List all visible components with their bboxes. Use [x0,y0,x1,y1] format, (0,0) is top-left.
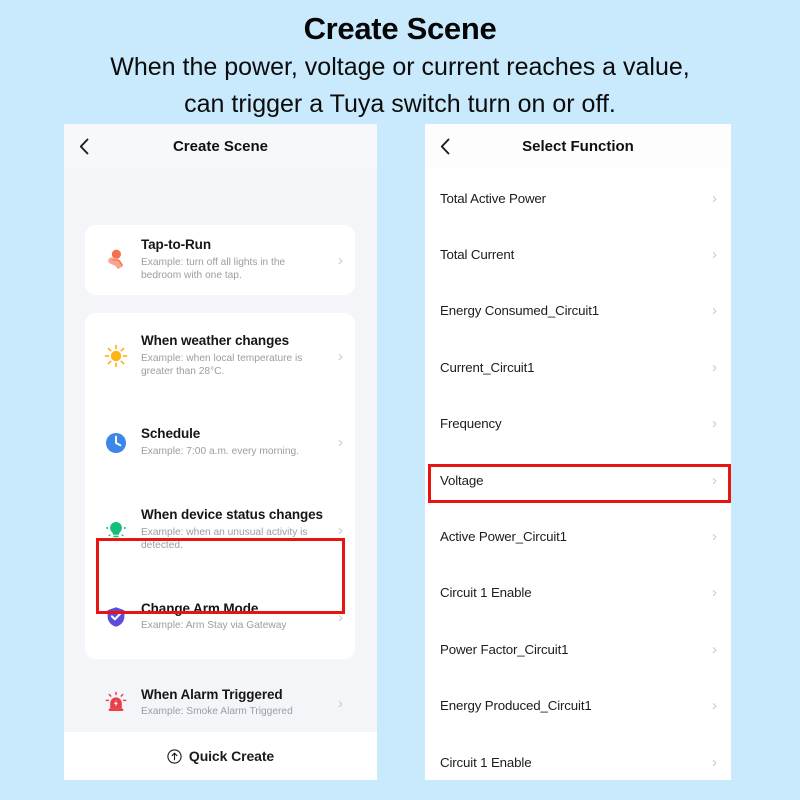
list-item-device-status-changes[interactable]: When device status changes Example: when… [85,486,355,574]
chevron-right-icon[interactable]: › [705,359,717,376]
function-label: Circuit 1 Enable [440,585,532,601]
list-item[interactable]: Circuit 1 Enable › [425,564,731,622]
page-subtitle-line-2: can trigger a Tuya switch turn on or off… [184,90,616,119]
list-item[interactable]: Total Current › [425,226,731,283]
alarm-siren-icon [99,690,133,716]
function-label: Frequency [440,416,502,432]
function-label: Circuit 1 Enable [440,754,532,770]
list-item[interactable]: Power Factor_Circuit1 › [425,621,731,678]
list-item[interactable]: Total Active Power › [425,170,731,227]
screenshots-container: Create Scene Tap-to-Run Example: turn of… [0,124,800,780]
create-scene-body: Tap-to-Run Example: turn off all lights … [64,168,377,780]
chevron-right-icon[interactable]: › [329,434,343,451]
list-item[interactable]: Tap-to-Run Example: turn off all lights … [85,225,355,295]
page-subtitle-line-1: When the power, voltage or current reach… [110,53,690,82]
scene-card-tap-to-run: Tap-to-Run Example: turn off all lights … [85,225,355,295]
function-label: Total Active Power [440,190,546,206]
select-function-title: Select Function [522,137,634,155]
scene-description: Example: Smoke Alarm Triggered [141,706,293,718]
function-label: Current_Circuit1 [440,359,535,375]
quick-create-button[interactable]: Quick Create [64,732,377,780]
page-title: Create Scene [303,11,497,46]
scene-title: When Alarm Triggered [141,686,283,702]
scene-description: Example: when an unusual activity is det… [141,526,308,552]
sun-icon [99,343,133,369]
function-list: Total Active Power › Total Current › Ene… [425,168,731,780]
back-chevron-left-icon[interactable] [64,124,104,168]
scene-title: Change Arm Mode [141,600,259,616]
back-chevron-left-icon[interactable] [425,124,465,168]
scene-text: When weather changes Example: when local… [133,333,329,379]
scene-text: Tap-to-Run Example: turn off all lights … [133,237,329,283]
scene-title: When device status changes [141,507,323,523]
chevron-right-icon[interactable]: › [705,754,717,771]
scene-text: When device status changes Example: when… [133,507,329,553]
list-item[interactable]: Active Power_Circuit1 › [425,508,731,565]
scene-text: Change Arm Mode Example: Arm Stay via Ga… [133,601,329,633]
scene-text: Schedule Example: 7:00 a.m. every mornin… [133,426,329,458]
clock-icon [99,430,133,456]
function-label: Energy Produced_Circuit1 [440,698,592,714]
scene-text: When Alarm Triggered Example: Smoke Alar… [133,687,329,719]
shield-check-icon [99,604,133,630]
scene-title: Tap-to-Run [141,237,211,253]
create-scene-title: Create Scene [172,137,269,155]
chevron-right-icon[interactable]: › [329,348,343,365]
select-function-screen: Select Function Total Active Power › Tot… [425,124,731,780]
scene-card-triggers: When weather changes Example: when local… [85,313,355,717]
arrow-up-circle-icon [167,748,182,764]
create-scene-screen: Create Scene Tap-to-Run Example: turn of… [64,124,377,780]
chevron-right-icon[interactable]: › [705,584,717,601]
chevron-right-icon[interactable]: › [705,415,717,432]
list-item[interactable]: Energy Produced_Circuit1 › [425,677,731,734]
scene-description: Example: Arm Stay via Gateway [141,620,287,632]
chevron-right-icon[interactable]: › [329,609,343,626]
list-item[interactable]: Circuit 1 Enable › [425,733,731,780]
list-item[interactable]: When weather changes Example: when local… [85,313,355,399]
list-item[interactable]: Voltage › [425,451,731,509]
chevron-right-icon[interactable]: › [705,302,717,319]
chevron-right-icon[interactable]: › [329,522,343,539]
chevron-right-icon[interactable]: › [705,697,717,714]
chevron-right-icon[interactable]: › [705,472,717,489]
function-label: Total Current [440,247,515,263]
function-label: Energy Consumed_Circuit1 [440,303,599,319]
list-item[interactable]: Frequency › [425,395,731,452]
scene-description: Example: when local temperature is great… [141,352,303,378]
list-item[interactable]: Energy Consumed_Circuit1 › [425,282,731,340]
select-function-navbar: Select Function [425,124,731,168]
page-header: Create Scene When the power, voltage or … [0,0,800,120]
chevron-right-icon[interactable]: › [705,528,717,545]
function-label: Voltage [440,472,484,488]
chevron-right-icon[interactable]: › [329,695,343,712]
scene-description: Example: 7:00 a.m. every morning. [141,445,299,457]
create-scene-navbar: Create Scene [64,124,377,168]
list-item-current-circuit1[interactable]: Current_Circuit1 › [425,339,731,396]
scene-title: Schedule [141,426,201,442]
chevron-right-icon[interactable]: › [705,190,717,207]
device-bulb-icon [99,517,133,543]
list-item[interactable]: Change Arm Mode Example: Arm Stay via Ga… [85,574,355,660]
quick-create-label: Quick Create [188,748,275,764]
chevron-right-icon[interactable]: › [705,246,717,263]
scene-title: When weather changes [141,333,290,349]
chevron-right-icon[interactable]: › [329,252,343,269]
scene-description: Example: turn off all lights in the bedr… [141,256,286,282]
chevron-right-icon[interactable]: › [705,641,717,658]
list-item[interactable]: Schedule Example: 7:00 a.m. every mornin… [85,399,355,486]
tap-hand-icon [99,247,133,273]
function-label: Active Power_Circuit1 [440,529,567,545]
function-label: Power Factor_Circuit1 [440,641,569,657]
